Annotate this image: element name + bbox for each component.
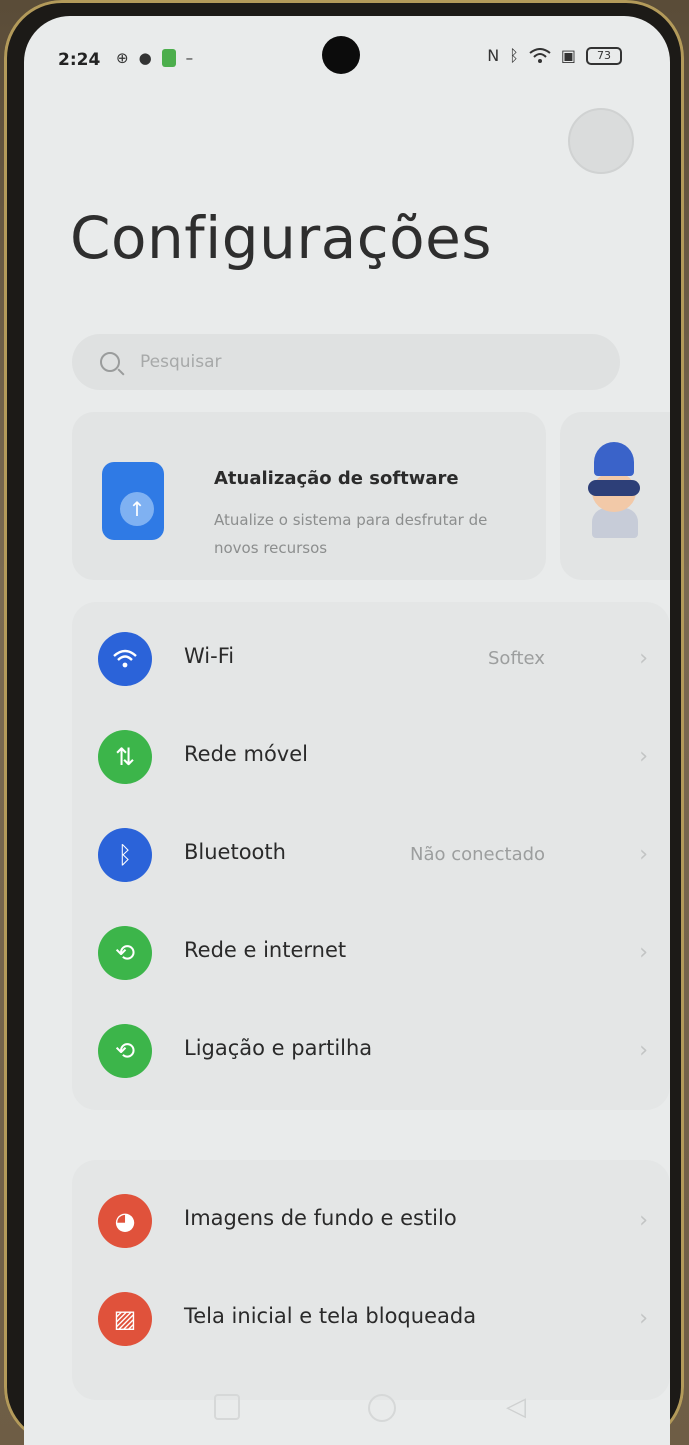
settings-item-label: Tela inicial e tela bloqueada	[184, 1304, 477, 1328]
wifi-icon	[529, 47, 551, 63]
settings-item-value: Não conectado	[410, 844, 546, 865]
settings-item-label: Rede e internet	[184, 938, 347, 962]
chevron-right-icon: ›	[639, 1306, 648, 1331]
share-icon: ⟲	[98, 1024, 152, 1078]
phone-frame: 2:24 ⊕ ● – N ᛒ ▣ 73 Configurações Pesqui…	[4, 0, 684, 1445]
settings-item-mobile-network[interactable]: ⇅ Rede móvel ›	[72, 708, 670, 806]
bluetooth-icon: ᛒ	[509, 46, 519, 65]
status-bar: 2:24 ⊕ ● – N ᛒ ▣ 73	[24, 16, 670, 76]
settings-item-label: Wi-Fi	[184, 644, 235, 668]
personalization-group: ◕ Imagens de fundo e estilo › ▨ Tela ini…	[72, 1160, 670, 1400]
notification-icon: ●	[138, 49, 152, 67]
settings-item-wallpaper-style[interactable]: ◕ Imagens de fundo e estilo ›	[72, 1172, 670, 1270]
app-icon	[161, 49, 176, 67]
search-icon	[100, 352, 120, 372]
settings-item-label: Rede móvel	[184, 742, 308, 766]
screen: 2:24 ⊕ ● – N ᛒ ▣ 73 Configurações Pesqui…	[24, 16, 670, 1445]
chevron-right-icon: ›	[639, 1038, 648, 1063]
navigation-bar: ◁	[24, 1388, 670, 1445]
software-update-icon: ↑	[102, 462, 164, 540]
software-update-card[interactable]: ↑ Atualização de software Atualize o sis…	[72, 412, 546, 580]
upload-arrow-icon: ↑	[120, 492, 154, 526]
recent-apps-button[interactable]	[214, 1394, 240, 1420]
settings-item-value: Softex	[488, 648, 545, 669]
vpn-icon: ⊕	[116, 49, 129, 67]
nfc-icon: N	[487, 46, 500, 65]
status-icons-right: N ᛒ ▣ 73	[487, 46, 622, 65]
wifi-icon	[98, 632, 152, 686]
network-icon: ⟲	[98, 926, 152, 980]
mobile-data-icon: ⇅	[98, 730, 152, 784]
account-avatar[interactable]	[568, 108, 634, 174]
settings-item-wifi[interactable]: Wi-Fi Softex ›	[72, 610, 670, 708]
settings-item-connection-sharing[interactable]: ⟲ Ligação e partilha ›	[72, 1002, 670, 1100]
settings-item-network-internet[interactable]: ⟲ Rede e internet ›	[72, 904, 670, 1002]
image-icon: ▨	[98, 1292, 152, 1346]
search-placeholder: Pesquisar	[140, 352, 222, 372]
chevron-right-icon: ›	[639, 744, 648, 769]
settings-item-label: Bluetooth	[184, 840, 286, 864]
promo-card[interactable]	[560, 412, 670, 580]
settings-item-label: Imagens de fundo e estilo	[184, 1206, 457, 1230]
battery-icon: 73	[586, 46, 622, 65]
no-sim-icon: ▣	[560, 46, 576, 65]
palette-icon: ◕	[98, 1194, 152, 1248]
status-icons-left: ⊕ ● –	[116, 49, 193, 67]
chevron-right-icon: ›	[639, 646, 648, 671]
settings-item-home-lock-screen[interactable]: ▨ Tela inicial e tela bloqueada ›	[72, 1270, 670, 1368]
settings-item-label: Ligação e partilha	[184, 1036, 373, 1060]
home-button[interactable]	[368, 1394, 396, 1422]
chevron-right-icon: ›	[639, 842, 648, 867]
status-time: 2:24	[58, 50, 101, 70]
chevron-right-icon: ›	[639, 1208, 648, 1233]
software-update-description: Atualize o sistema para desfrutar de nov…	[214, 511, 488, 557]
software-update-title: Atualização de software	[214, 468, 459, 489]
chevron-right-icon: ›	[639, 940, 648, 965]
search-bar[interactable]: Pesquisar	[72, 334, 620, 390]
avatar-character-icon	[584, 442, 644, 538]
settings-item-bluetooth[interactable]: ᛒ Bluetooth Não conectado ›	[72, 806, 670, 904]
minus-icon: –	[185, 49, 194, 67]
front-camera	[322, 36, 360, 74]
connectivity-group: Wi-Fi Softex › ⇅ Rede móvel › ᛒ Bluetoot…	[72, 602, 670, 1110]
back-button[interactable]: ◁	[506, 1392, 526, 1422]
bluetooth-icon: ᛒ	[98, 828, 152, 882]
page-title: Configurações	[70, 204, 493, 272]
